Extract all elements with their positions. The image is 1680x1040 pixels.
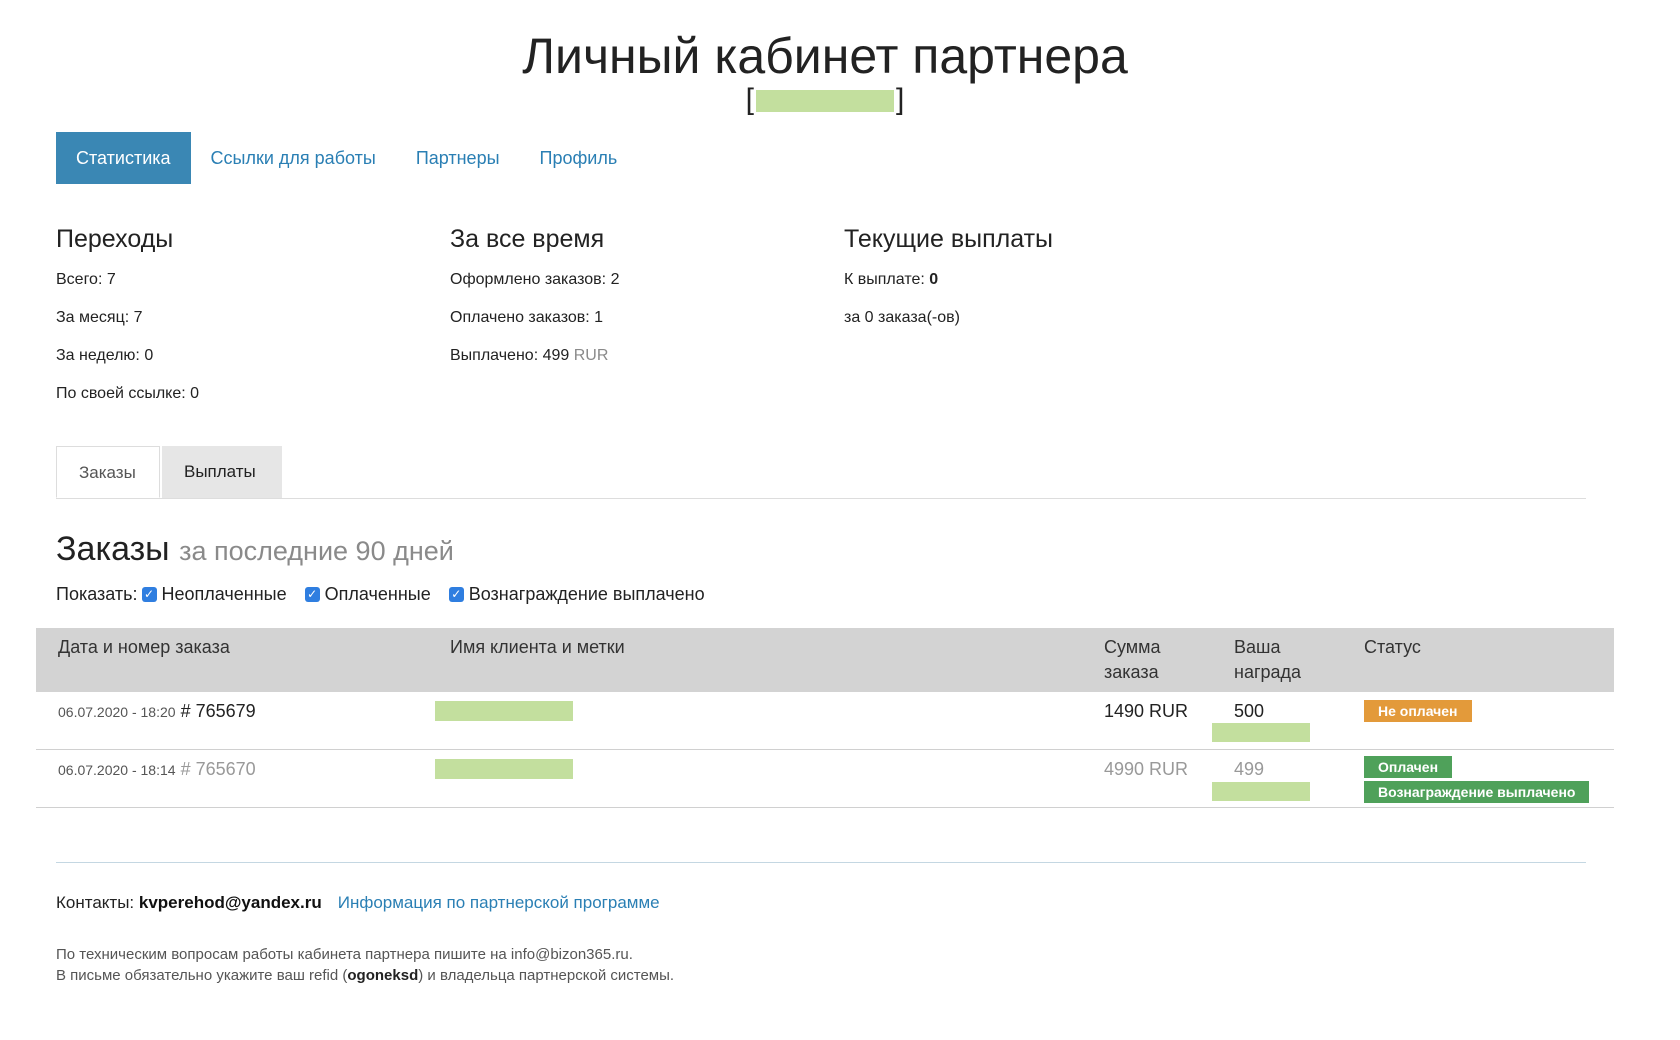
col-client: Имя клиента и метки [450,637,625,657]
order-filters: Показать: ✓ Неоплаченные ✓ Оплаченные ✓ … [56,582,723,606]
main-nav: Статистика Ссылки для работы Партнеры Пр… [56,132,637,184]
stat-total: Всего: 7 [56,271,116,288]
filter-reward-paid-checkbox[interactable]: ✓ Вознаграждение выплачено [448,582,705,606]
filter-label: Показать: [56,584,138,604]
bracket-open: [ [745,83,754,116]
col-date: Дата и номер заказа [58,637,230,657]
status-badge: Вознаграждение выплачено [1364,781,1590,803]
stats-payouts: Текущие выплаты К выплате: 0 за 0 заказа… [844,222,1224,346]
note-line-2: В письме обязательно укажите ваш refid (… [56,965,674,986]
order-date: 06.07.2020 - 18:14 [58,762,176,778]
filter-paid-label: Оплаченные [324,584,431,604]
table-row[interactable]: 06.07.2020 - 18:14 # 765670 4990 RUR 499… [36,750,1614,808]
stat-own-link: По своей ссылке: 0 [56,385,200,402]
order-sum: 1490 RUR [1104,701,1189,721]
order-number: # 765670 [180,759,256,779]
redacted-client [435,701,573,721]
note-refid: ogoneksd [347,967,419,984]
tab-payouts[interactable]: Выплаты [162,446,282,498]
orders-heading: Заказы за последние 90 дней [56,528,454,572]
stat-paid-out: Выплачено: 499 RUR [450,346,830,366]
order-date: 06.07.2020 - 18:20 [58,704,176,720]
col-sum-line2: заказа [1104,662,1159,682]
order-sum: 4990 RUR [1104,759,1189,779]
stat-paid-out-value: Выплачено: 499 [450,347,570,364]
filter-unpaid-checkbox[interactable]: ✓ Неоплаченные [141,582,287,606]
partner-id: [] [0,80,1650,120]
redacted-reward-info [1212,782,1310,801]
stat-orders-paid: Оплачено заказов: 1 [450,309,604,326]
col-reward-line1: Ваша [1234,637,1281,657]
stat-week: За неделю: 0 [56,347,154,364]
nav-profile[interactable]: Профиль [520,132,638,184]
stat-to-pay: К выплате: 0 [844,270,1224,290]
footer-contacts: Контакты: kvperehod@yandex.ru Информация … [56,892,660,914]
stat-paid-out-currency: RUR [573,347,609,364]
note-line-1: По техническим вопросам работы кабинета … [56,946,633,963]
order-reward: 499 [1234,759,1265,779]
note-line-2-start: В письме обязательно укажите ваш refid ( [56,967,348,984]
footer-divider [56,862,1586,863]
stat-to-pay-value: 0 [929,271,939,288]
orders-table: Дата и номер заказа Имя клиента и метки … [36,628,1614,808]
stats-alltime-title: За все время [450,225,605,253]
status-badge: Не оплачен [1364,700,1472,722]
stat-month: За месяц: 7 [56,309,143,326]
contacts-email: kvperehod@yandex.ru [138,893,322,912]
orders-subtitle: за последние 90 дней [179,536,454,566]
partner-cabinet-page: Личный кабинет партнера [] Статистика Сс… [0,0,1680,1040]
program-info-link[interactable]: Информация по партнерской программе [338,893,660,912]
nav-work-links[interactable]: Ссылки для работы [191,132,396,184]
order-reward: 500 [1234,701,1265,721]
status-badge: Оплачен [1364,756,1453,778]
stats-alltime: За все время Оформлено заказов: 2 Оплаче… [450,222,830,384]
col-reward-line2: награда [1234,662,1302,682]
bracket-close: ] [896,83,905,116]
order-date-number: 06.07.2020 - 18:20 # 765679 [58,699,256,724]
stats-clicks: Переходы Всего: 7 За месяц: 7 За неделю:… [56,222,436,422]
checkmark-icon: ✓ [448,586,464,602]
orders-title: Заказы [56,530,170,568]
filter-unpaid-label: Неоплаченные [161,584,287,604]
note-line-2-end: ) и владельца партнерской системы. [418,967,675,984]
redacted-reward-info [1212,723,1310,742]
checkmark-icon: ✓ [304,586,320,602]
col-sum-line1: Сумма [1104,637,1161,657]
stats-payouts-title: Текущие выплаты [844,225,1054,253]
checkmark-icon: ✓ [141,586,157,602]
order-date-number: 06.07.2020 - 18:14 # 765670 [58,757,256,782]
col-reward: Ваша награда [1234,635,1301,685]
tab-orders[interactable]: Заказы [56,446,160,498]
stat-orders-created: Оформлено заказов: 2 [450,271,620,288]
contacts-label: Контакты: [56,893,139,912]
nav-partners[interactable]: Партнеры [396,132,520,184]
tabs: Заказы Выплаты [56,446,1586,499]
filter-paid-checkbox[interactable]: ✓ Оплаченные [304,582,431,606]
order-number: # 765679 [180,701,256,721]
table-header: Дата и номер заказа Имя клиента и метки … [36,628,1614,692]
col-sum: Сумма заказа [1104,635,1161,685]
filter-reward-paid-label: Вознаграждение выплачено [468,584,705,604]
col-status: Статус [1364,637,1421,657]
stats-clicks-title: Переходы [56,225,174,253]
stat-orders-count: за 0 заказа(-ов) [844,309,960,326]
page-title: Личный кабинет партнера [522,28,1128,84]
table-row[interactable]: 06.07.2020 - 18:20 # 765679 1490 RUR 500… [36,692,1614,750]
redacted-block [756,90,894,113]
stat-to-pay-label: К выплате: [844,271,930,288]
redacted-client [435,759,573,779]
footer-note: По техническим вопросам работы кабинета … [56,944,674,986]
nav-statistics[interactable]: Статистика [56,132,191,184]
